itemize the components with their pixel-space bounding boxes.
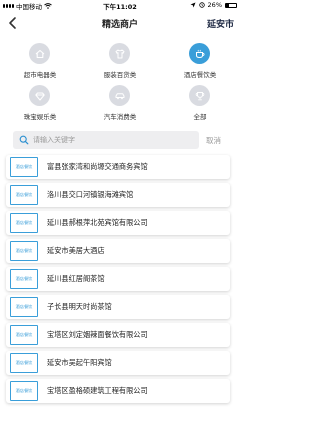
category-tag: 酒店餐饮 [10, 185, 38, 205]
search-box[interactable] [13, 131, 199, 149]
list-item[interactable]: 酒店餐饮 宝塔区盈格硕建筑工程有限公司 [6, 379, 230, 403]
status-right: 26% [190, 1, 237, 9]
category-tag: 酒店餐饮 [10, 325, 38, 345]
category-clothing-department[interactable]: 服装百货类 [80, 40, 160, 80]
cancel-button[interactable]: 取消 [206, 135, 221, 146]
merchant-name: 子长县明天时尚茶馆 [47, 302, 112, 311]
car-icon [109, 85, 130, 106]
category-jewelry-entertainment[interactable]: 珠宝娱乐类 [0, 82, 80, 122]
trophy-icon [189, 85, 210, 106]
status-bar: 中国移动 下午11:02 26% [0, 0, 240, 11]
merchant-name: 富县张家湾和尚塬交通商务宾馆 [47, 162, 148, 171]
merchant-name: 延安市吴起午阳宾馆 [47, 358, 112, 367]
list-item[interactable]: 酒店餐饮 子长县明天时尚茶馆 [6, 295, 230, 319]
merchant-name: 延川县红居阁茶馆 [47, 274, 105, 283]
merchant-name: 延安市美居大酒店 [47, 246, 105, 255]
nav-bar: 精选商户 延安市 [0, 11, 240, 36]
coffee-cup-icon [189, 43, 210, 64]
home-icon [29, 43, 50, 64]
category-tag: 酒店餐饮 [10, 353, 38, 373]
city-selector[interactable]: 延安市 [207, 17, 234, 30]
category-tag: 酒店餐饮 [10, 157, 38, 177]
category-hotel-dining[interactable]: 酒店餐饮类 [160, 40, 240, 80]
battery-percent: 26% [207, 1, 222, 9]
location-arrow-icon [190, 2, 196, 8]
search-row: 取消 [0, 131, 240, 151]
merchant-name: 宝塔区刘定姻辣面餐饮有限公司 [47, 330, 148, 339]
category-grid: 超市电器类 服装百货类 酒店餐饮类 珠宝娱乐类 汽车消费类 全部 [0, 40, 240, 122]
list-item[interactable]: 酒店餐饮 宝塔区刘定姻辣面餐饮有限公司 [6, 323, 230, 347]
category-all[interactable]: 全部 [160, 82, 240, 122]
category-tag: 酒店餐饮 [10, 213, 38, 233]
merchant-name: 洛川县交口河镇银海滩宾馆 [47, 190, 134, 199]
list-item[interactable]: 酒店餐饮 延安市吴起午阳宾馆 [6, 351, 230, 375]
diamond-icon [29, 85, 50, 106]
category-label: 珠宝娱乐类 [23, 113, 57, 121]
category-label: 酒店餐饮类 [183, 71, 217, 79]
category-tag: 酒店餐饮 [10, 269, 38, 289]
back-chevron-icon[interactable] [6, 16, 20, 30]
category-tag: 酒店餐饮 [10, 381, 38, 401]
category-label: 汽车消费类 [103, 113, 137, 121]
category-tag: 酒店餐饮 [10, 297, 38, 317]
category-label: 超市电器类 [23, 71, 57, 79]
category-label: 服装百货类 [103, 71, 137, 79]
search-icon [19, 135, 29, 145]
list-item[interactable]: 酒店餐饮 富县张家湾和尚塬交通商务宾馆 [6, 155, 230, 179]
merchant-name: 延川县郝根萍北苑宾馆有限公司 [47, 218, 148, 227]
merchant-list: 酒店餐饮 富县张家湾和尚塬交通商务宾馆 酒店餐饮 洛川县交口河镇银海滩宾馆 酒店… [6, 155, 230, 407]
battery-icon [225, 2, 237, 8]
list-item[interactable]: 酒店餐饮 延安市美居大酒店 [6, 239, 230, 263]
category-supermarket-appliances[interactable]: 超市电器类 [0, 40, 80, 80]
category-label: 全部 [193, 113, 207, 121]
screen: 中国移动 下午11:02 26% 精选商户 延安市 超市电器类 服装百货类 酒店… [0, 0, 240, 426]
page-title: 精选商户 [101, 20, 138, 30]
list-item[interactable]: 酒店餐饮 洛川县交口河镇银海滩宾馆 [6, 183, 230, 207]
search-input[interactable] [33, 131, 193, 149]
category-tag: 酒店餐饮 [10, 241, 38, 261]
category-auto-consumption[interactable]: 汽车消费类 [80, 82, 160, 122]
battery-fill [226, 3, 229, 7]
merchant-name: 宝塔区盈格硕建筑工程有限公司 [47, 386, 148, 395]
shirt-icon [109, 43, 130, 64]
list-item[interactable]: 酒店餐饮 延川县红居阁茶馆 [6, 267, 230, 291]
alarm-icon [198, 2, 205, 8]
list-item[interactable]: 酒店餐饮 延川县郝根萍北苑宾馆有限公司 [6, 211, 230, 235]
